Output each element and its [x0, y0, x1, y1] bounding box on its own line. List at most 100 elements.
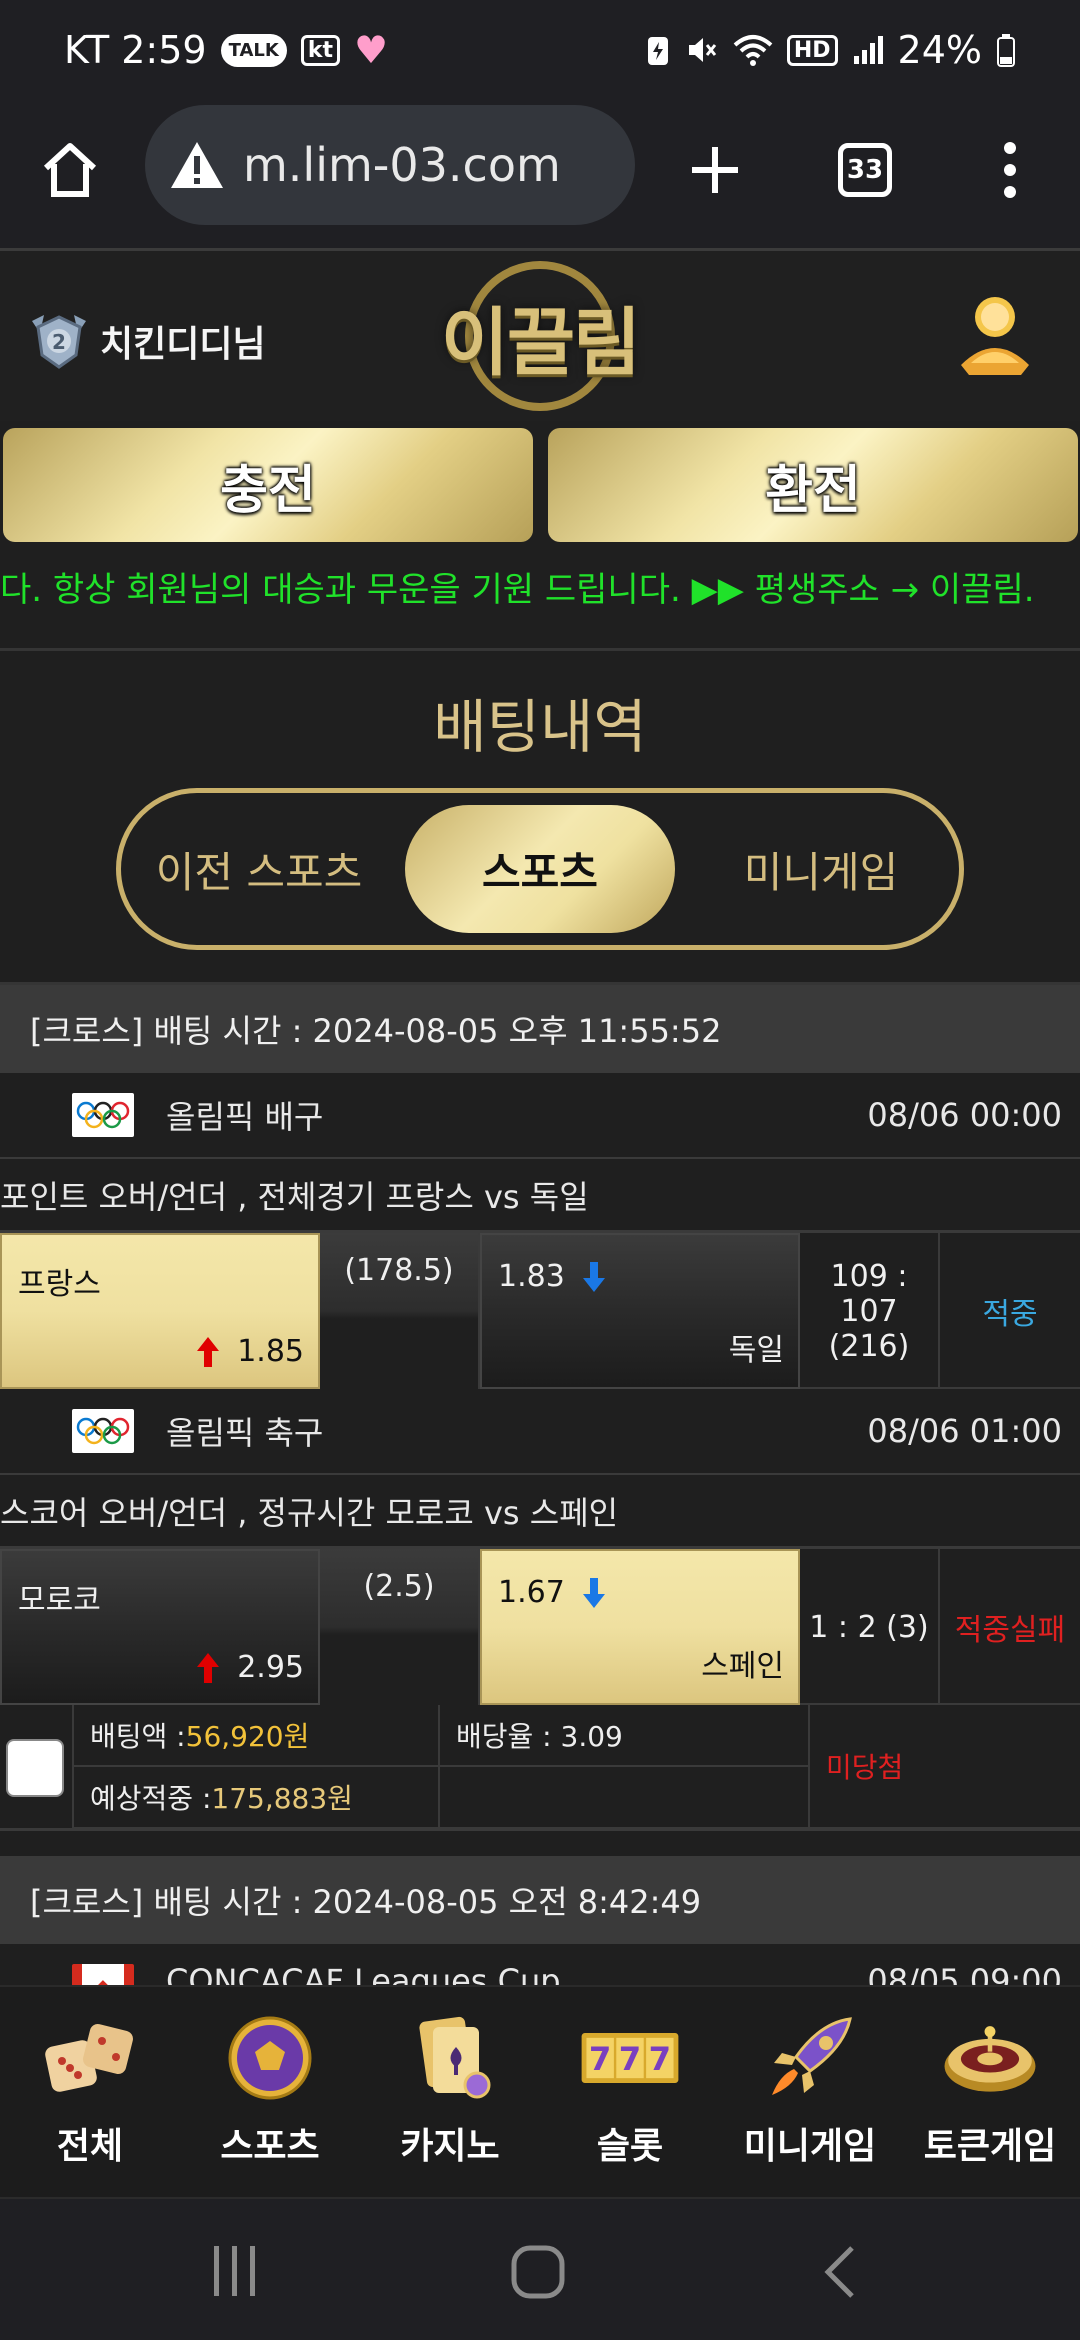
address-bar[interactable]: m.lim-03.com [145, 105, 635, 225]
username[interactable]: 치킨디디님 [100, 315, 266, 367]
cards-icon [400, 2013, 500, 2103]
summary-empty [440, 1767, 810, 1829]
market-row: 스코어 오버/언더 , 정규시간 모로코 vs 스페인 [0, 1475, 1080, 1549]
arrow-up-icon [197, 1336, 220, 1367]
game-time: 08/06 01:00 [867, 1412, 1062, 1450]
nav-label: 미니게임 [743, 2126, 877, 2167]
line-value: (178.5) [344, 1253, 454, 1288]
tab-previous-sports[interactable]: 이전 스포츠 [121, 805, 397, 933]
home-team: 모로코 [18, 1583, 101, 1618]
status-right: HD 24% [645, 28, 1016, 72]
league-name: 올림픽 배구 [166, 1098, 324, 1136]
signal-icon [853, 36, 883, 64]
market-label: 포인트 오버/언더 , 전체경기 프랑스 vs 독일 [0, 1177, 589, 1216]
user-info[interactable]: 2 치킨디디님 [28, 311, 266, 371]
nav-label: 스포츠 [220, 2126, 320, 2167]
bet-summary: 배팅액 : 56,920원 배당율 : 3.09 예상적중 : 175,883원… [0, 1705, 1080, 1831]
kt-icon: kt [300, 34, 340, 66]
bet-amount: 배팅액 : 56,920원 [72, 1705, 440, 1767]
more-icon[interactable] [970, 130, 1050, 210]
tabs-icon[interactable]: 33 [825, 130, 905, 210]
battery-percent: 24% [897, 28, 982, 72]
away-option[interactable]: 1.83 독일 [480, 1233, 800, 1389]
league-row: 올림픽 축구 08/06 01:00 [0, 1389, 1080, 1475]
away-option[interactable]: 1.67 스페인 [480, 1549, 800, 1705]
notice-marquee: 다. 항상 회원님의 대승과 무운을 기원 드립니다. ▶▶ 평생주소 → 이끌… [0, 570, 1035, 610]
tab-sports[interactable]: 스포츠 [405, 805, 675, 933]
nav-casino[interactable]: 카지노 [360, 1987, 540, 2197]
expected-value: 175,883원 [211, 1782, 353, 1815]
nav-label: 카지노 [400, 2126, 500, 2167]
home-odds-group: 1.85 [195, 1334, 304, 1369]
recent-apps-icon[interactable] [210, 2244, 260, 2302]
deposit-button[interactable]: 충전 [3, 428, 533, 542]
nav-slot[interactable]: 777 슬롯 [540, 1987, 720, 2197]
line-value: (2.5) [363, 1569, 435, 1604]
marquee-divider [0, 648, 1080, 651]
nav-label: 슬롯 [596, 2126, 664, 2167]
talk-icon: TALK [220, 33, 287, 67]
league-name: 올림픽 축구 [166, 1414, 324, 1452]
away-odds: 1.67 [498, 1575, 565, 1610]
svg-text:7: 7 [649, 2040, 671, 2078]
browser-toolbar: m.lim-03.com 33 [0, 100, 1080, 250]
home-odds: 1.85 [237, 1334, 304, 1369]
url-text[interactable]: m.lim-03.com [243, 138, 561, 192]
carrier-time: KT 2:59 [64, 28, 207, 72]
score-cell: 1 : 2 (3) [800, 1549, 940, 1705]
plus-icon[interactable] [675, 130, 755, 210]
slot-777-icon: 777 [580, 2013, 680, 2103]
wifi-icon [733, 35, 773, 66]
status-left: KT 2:59 TALK kt ♥ [64, 28, 388, 72]
line-cell: (2.5) [320, 1549, 480, 1705]
home-icon[interactable] [30, 130, 110, 210]
warning-icon[interactable] [169, 140, 225, 190]
nav-label: 전체 [56, 2126, 124, 2167]
bottom-nav: 전체 스포츠 카지노 777 슬롯 미니게임 토큰게임 [0, 1985, 1080, 2197]
nav-sports[interactable]: 스포츠 [180, 1987, 360, 2197]
rank-badge-icon: 2 [32, 315, 86, 369]
bet-spacer [0, 1831, 1080, 1856]
withdraw-button[interactable]: 환전 [548, 428, 1078, 542]
nav-all[interactable]: 전체 [0, 1987, 180, 2197]
olympic-rings-icon [72, 1093, 134, 1137]
home-option[interactable]: 모로코 2.95 [0, 1549, 320, 1705]
score-cell: 109 : 107 (216) [800, 1233, 940, 1389]
svg-text:7: 7 [589, 2040, 611, 2078]
svg-text:7: 7 [619, 2040, 641, 2078]
site-header: 2 치킨디디님 이끌림 [0, 251, 1080, 421]
site-logo[interactable]: 이끌림 [430, 261, 650, 411]
profile-icon[interactable] [955, 291, 1035, 381]
history-tabs: 이전 스포츠 스포츠 미니게임 [116, 788, 964, 950]
home-option[interactable]: 프랑스 1.85 [0, 1233, 320, 1389]
nav-token-game[interactable]: 토큰게임 [900, 1987, 1080, 2197]
system-nav-bar [0, 2197, 1080, 2340]
nav-label: 토큰게임 [923, 2126, 1057, 2167]
home-team: 프랑스 [18, 1267, 101, 1302]
arrow-down-icon [582, 1261, 605, 1292]
odds-row: 프랑스 1.85 (178.5) 1.83 독일 109 : 107 (216)… [0, 1233, 1080, 1389]
rank-number: 2 [52, 330, 66, 354]
market-row: 포인트 오버/언더 , 전체경기 프랑스 vs 독일 [0, 1159, 1080, 1233]
nav-minigame[interactable]: 미니게임 [720, 1987, 900, 2197]
olympic-rings-icon [72, 1409, 134, 1453]
bet-header: [크로스] 배팅 시간 : 2024-08-05 오후 11:55:52 [0, 985, 1080, 1073]
select-checkbox[interactable] [6, 1739, 64, 1797]
away-odds: 1.83 [498, 1259, 565, 1294]
market-label: 스코어 오버/언더 , 정규시간 모로코 vs 스페인 [0, 1493, 619, 1532]
back-icon[interactable] [822, 2244, 856, 2304]
result-win: 적중 [982, 1297, 1038, 1332]
roulette-icon [940, 2013, 1040, 2103]
tab-count[interactable]: 33 [838, 143, 892, 197]
bet-header: [크로스] 배팅 시간 : 2024-08-05 오전 8:42:49 [0, 1856, 1080, 1944]
heart-icon: ♥ [353, 28, 389, 72]
tab-minigame[interactable]: 미니게임 [683, 805, 959, 933]
away-team: 독일 [728, 1333, 784, 1368]
arrow-up-icon [197, 1652, 220, 1683]
score-line-2: (216) [828, 1328, 910, 1364]
bet-amount-label: 배팅액 : [90, 1720, 186, 1753]
home-button-icon[interactable] [510, 2244, 566, 2304]
battery-icon [997, 34, 1015, 67]
status-bar: KT 2:59 TALK kt ♥ HD 24% [0, 0, 1080, 100]
away-team: 스페인 [701, 1649, 784, 1684]
